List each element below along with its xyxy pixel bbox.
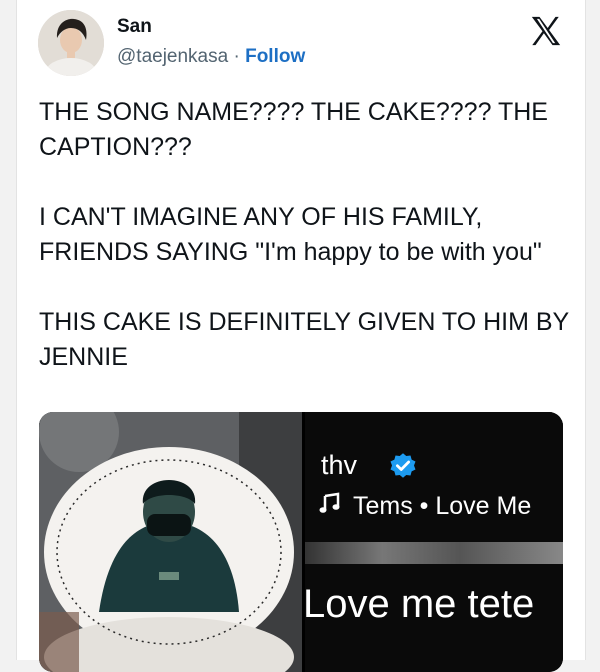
story-image-strip bbox=[305, 542, 563, 564]
story-caption: Love me tete bbox=[303, 582, 535, 626]
song-label: Tems • Love Me bbox=[353, 492, 532, 520]
handle-line: @taejenkasa · Follow bbox=[117, 46, 305, 68]
display-name[interactable]: San bbox=[117, 16, 152, 38]
avatar[interactable] bbox=[38, 10, 104, 76]
tweet-paragraph: THIS CAKE IS DEFINITELY GIVEN TO HIM BY … bbox=[39, 308, 569, 371]
story-account-name: thv bbox=[321, 450, 358, 480]
follow-button[interactable]: Follow bbox=[245, 46, 305, 67]
story-screenshot[interactable]: thv Tems • Love Me Love me tete bbox=[303, 412, 563, 672]
tweet-card: San @taejenkasa · Follow THE SONG NAME??… bbox=[16, 0, 586, 672]
avatar-photo bbox=[38, 10, 104, 76]
verified-badge-icon bbox=[390, 453, 416, 478]
separator-dot: · bbox=[233, 46, 240, 67]
x-logo-icon[interactable] bbox=[529, 14, 563, 48]
media-grid: thv Tems • Love Me Love me tete bbox=[39, 412, 563, 672]
user-handle[interactable]: @taejenkasa bbox=[117, 46, 228, 67]
story-song-line: Tems • Love Me bbox=[319, 492, 531, 521]
cake-image bbox=[39, 412, 302, 672]
cake-photo[interactable] bbox=[39, 412, 302, 672]
tweet-text: THE SONG NAME???? THE CAKE???? THE CAPTI… bbox=[39, 95, 579, 410]
tweet-paragraph: I CAN'T IMAGINE ANY OF HIS FAMILY, FRIEN… bbox=[39, 203, 542, 266]
music-note-icon bbox=[319, 492, 343, 521]
tweet-paragraph: THE SONG NAME???? THE CAKE???? THE CAPTI… bbox=[39, 98, 548, 161]
